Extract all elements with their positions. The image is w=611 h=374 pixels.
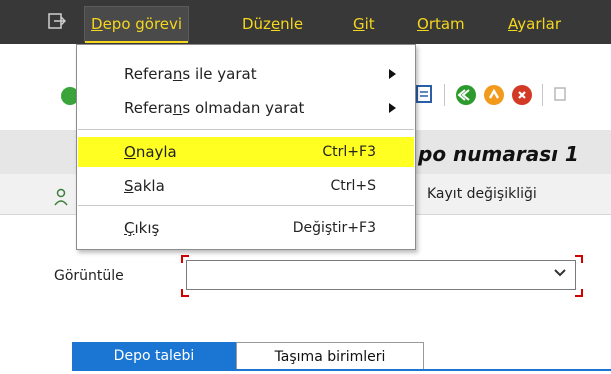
required-marker (575, 289, 583, 297)
required-marker (575, 255, 583, 263)
save-icon[interactable] (416, 84, 434, 104)
menu-depo-gorevi-mnemonic: D (91, 15, 103, 33)
tab-underline (72, 369, 611, 371)
toolbar-divider (542, 84, 543, 106)
shortcut-onayla: Ctrl+F3 (322, 144, 376, 160)
submenu-arrow-icon (389, 69, 396, 79)
required-marker (181, 255, 189, 263)
menu-item-sakla[interactable]: Sakla Ctrl+S (78, 171, 414, 201)
display-label: Görüntüle (54, 268, 124, 284)
page-title: po numarası 1 (418, 142, 579, 166)
tab-depo-talebi[interactable]: Depo talebi (72, 342, 236, 370)
menu-item-referans-olmadan-yarat[interactable]: Referans olmadan yarat (78, 93, 414, 123)
menu-depo-gorevi[interactable]: Depo görevi (84, 6, 190, 43)
back-icon[interactable] (455, 84, 477, 106)
print-icon[interactable] (552, 84, 570, 106)
menu-item-onayla[interactable]: Onayla Ctrl+F3 (78, 137, 414, 167)
depo-gorevi-dropdown: Referans ile yarat Referans olmadan yara… (76, 44, 416, 250)
menu-ortam[interactable]: Ortam (417, 12, 465, 36)
change-log-tab[interactable]: Kayıt değişikliği (427, 186, 537, 202)
menu-ayarlar[interactable]: Ayarlar (508, 12, 561, 36)
cancel-icon[interactable] (511, 84, 533, 106)
chevron-down-icon[interactable] (553, 266, 567, 280)
exit-app-icon[interactable] (48, 13, 66, 29)
exit-icon[interactable] (483, 84, 505, 106)
shortcut-cikis: Değiştir+F3 (292, 220, 376, 236)
display-select[interactable] (186, 260, 576, 290)
toolbar-divider (444, 84, 445, 106)
menu-bar: Depo görevi Düzenle Git Ortam Ayarlar (0, 0, 611, 44)
menu-item-referans-ile-yarat[interactable]: Referans ile yarat (78, 59, 414, 89)
shortcut-sakla: Ctrl+S (330, 178, 376, 194)
menu-git[interactable]: Git (353, 12, 375, 36)
menu-item-cikis[interactable]: Çıkış Değiştir+F3 (78, 213, 414, 243)
menu-separator (78, 205, 414, 206)
required-marker (181, 289, 189, 297)
menu-duzenle[interactable]: Düzenle (242, 12, 303, 36)
tab-tasima-birimleri[interactable]: Taşıma birimleri (236, 342, 424, 370)
submenu-arrow-icon (389, 103, 396, 113)
menu-separator (78, 129, 414, 130)
person-icon[interactable] (54, 188, 68, 206)
